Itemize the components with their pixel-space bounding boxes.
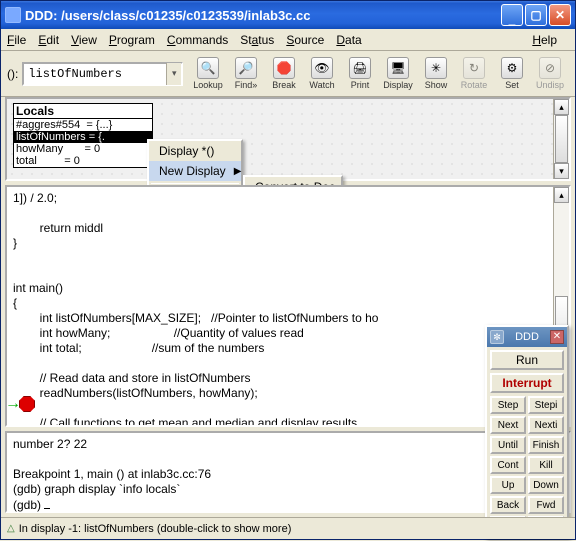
submenu-arrow-icon: ▶ (234, 166, 242, 177)
toolbar-find[interactable]: 🔎Find» (228, 57, 264, 90)
menu-data[interactable]: Data (336, 33, 361, 47)
window-close-button[interactable]: ✕ (549, 4, 571, 26)
menu-edit[interactable]: Edit (38, 33, 59, 47)
stepi-button[interactable]: Stepi (528, 396, 564, 414)
execution-marker: → (5, 395, 35, 413)
command-tool-close-button[interactable]: ✕ (550, 330, 564, 344)
toolbar-rotate: ↻Rotate (456, 57, 492, 90)
arg-field[interactable]: ▾ (22, 62, 183, 86)
data-scrollbar[interactable]: ▴ ▾ (553, 99, 569, 179)
nexti-button[interactable]: Nexti (528, 416, 564, 434)
menu-status[interactable]: Status (240, 33, 274, 47)
toolbar: (): ▾ 🔍Lookup 🔎Find» 🛑Break 👁Watch 🖨Prin… (1, 51, 575, 97)
command-tool[interactable]: ✼ DDD ✕ Run Interrupt Step Stepi Next Ne… (485, 325, 569, 539)
console-text: number 2? 22 Breakpoint 1, main () at in… (13, 437, 211, 512)
app-icon (5, 7, 21, 23)
toolbar-watch[interactable]: 👁Watch (304, 57, 340, 90)
locals-display[interactable]: Locals #aggres#554 = {...} listOfNumbers… (13, 103, 153, 168)
until-button[interactable]: Until (490, 436, 526, 454)
data-display-pane[interactable]: Locals #aggres#554 = {...} listOfNumbers… (5, 97, 571, 181)
scroll-up-icon[interactable]: ▴ (554, 187, 569, 203)
arg-field-label: (): (7, 67, 18, 81)
down-button[interactable]: Down (528, 476, 564, 494)
toolbar-undisp: ⊘Undisp (532, 57, 568, 90)
window-maximize-button[interactable]: ▢ (525, 4, 547, 26)
ctx-display-deref[interactable]: Display *() (149, 141, 241, 161)
command-tool-titlebar[interactable]: ✼ DDD ✕ (487, 327, 567, 347)
back-button[interactable]: Back (490, 496, 526, 514)
arg-dropdown-icon[interactable]: ▾ (166, 63, 181, 85)
locals-row[interactable]: howMany = 0 (14, 143, 152, 155)
toolbar-set[interactable]: ⚙Set (494, 57, 530, 90)
breakpoint-stop-icon (19, 396, 35, 412)
fwd-button[interactable]: Fwd (528, 496, 564, 514)
toolbar-display[interactable]: 🖥Display (380, 57, 416, 90)
status-text: In display -1: listOfNumbers (double-cli… (19, 523, 292, 535)
run-button[interactable]: Run (490, 350, 564, 370)
menubar: File Edit View Program Commands Status S… (1, 29, 575, 51)
ddd-foot-icon: ✼ (490, 330, 504, 344)
toolbar-show[interactable]: ✳Show (418, 57, 454, 90)
window-title: DDD: /users/class/c01235/c0123539/inlab3… (25, 8, 310, 23)
ctx-new-display[interactable]: New Display▶ (149, 161, 241, 181)
toolbar-lookup[interactable]: 🔍Lookup (190, 57, 226, 90)
locals-row[interactable]: #aggres#554 = {...} (14, 119, 152, 131)
arg-input[interactable] (24, 67, 166, 81)
menu-file[interactable]: File (7, 33, 26, 47)
scroll-down-icon[interactable]: ▾ (554, 163, 569, 179)
menu-separator (151, 183, 239, 184)
menu-help[interactable]: Help (532, 33, 557, 47)
finish-button[interactable]: Finish (528, 436, 564, 454)
window-titlebar: DDD: /users/class/c01235/c0123539/inlab3… (1, 1, 575, 29)
up-button[interactable]: Up (490, 476, 526, 494)
menu-commands[interactable]: Commands (167, 33, 228, 47)
locals-row[interactable]: total = 0 (14, 155, 152, 167)
text-cursor (44, 497, 50, 509)
cont-button[interactable]: Cont (490, 456, 526, 474)
toolbar-print[interactable]: 🖨Print (342, 57, 378, 90)
step-button[interactable]: Step (490, 396, 526, 414)
menu-program[interactable]: Program (109, 33, 155, 47)
next-button[interactable]: Next (490, 416, 526, 434)
scroll-thumb[interactable] (555, 115, 568, 163)
kill-button[interactable]: Kill (528, 456, 564, 474)
menu-view[interactable]: View (71, 33, 97, 47)
scroll-up-icon[interactable]: ▴ (554, 99, 569, 115)
locals-row-selected[interactable]: listOfNumbers = {. (14, 131, 152, 143)
locals-header: Locals (14, 104, 152, 119)
menu-source[interactable]: Source (286, 33, 324, 47)
status-indicator-icon: △ (7, 523, 15, 534)
current-line-arrow-icon: → (5, 395, 21, 413)
status-bar: △ In display -1: listOfNumbers (double-c… (1, 517, 575, 539)
command-tool-title: DDD (515, 331, 539, 343)
interrupt-button[interactable]: Interrupt (490, 373, 564, 393)
toolbar-break[interactable]: 🛑Break (266, 57, 302, 90)
source-text: 1]) / 2.0; return middl } int main() { i… (13, 191, 378, 427)
window-minimize-button[interactable]: _ (501, 4, 523, 26)
